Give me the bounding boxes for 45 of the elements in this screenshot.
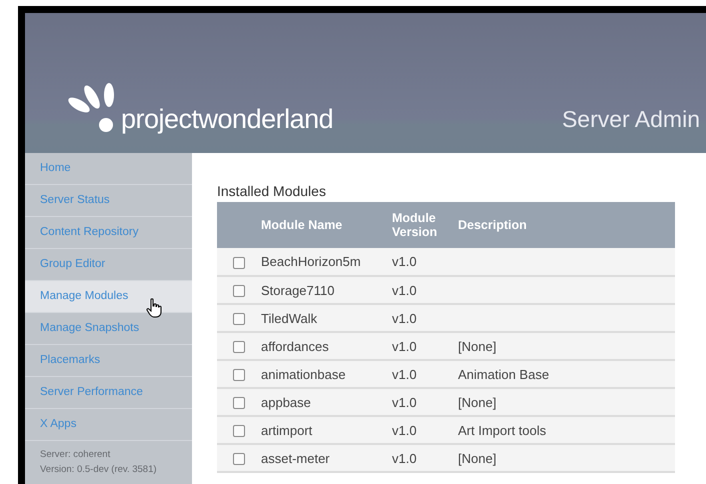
table-cell: [None]	[458, 450, 496, 466]
nav-link[interactable]: Home	[25, 153, 192, 185]
table-cell: v1.0	[392, 360, 458, 388]
nav-link[interactable]: Server Status	[25, 185, 192, 217]
row-checkbox[interactable]	[233, 285, 245, 298]
version-text: Version: 0.5-dev (rev. 3581)	[40, 463, 158, 477]
nav-link[interactable]: Placemarks	[25, 345, 192, 377]
table-cell: v1.0	[392, 416, 458, 444]
table-cell: [None]	[458, 394, 496, 410]
nav-link[interactable]: Server Performance	[25, 377, 192, 409]
row-checkbox[interactable]	[233, 369, 245, 382]
table-cell: v1.0	[392, 332, 458, 360]
row-checkbox[interactable]	[233, 256, 245, 269]
table-cell: [None]	[458, 338, 496, 354]
section-heading: Installed Modules	[217, 183, 327, 199]
column-header: Module Version	[392, 202, 458, 248]
table-cell: v1.0	[392, 276, 458, 304]
page-title: Server Admin	[562, 108, 700, 131]
server-name: Server: coherent	[40, 448, 112, 462]
nav-link[interactable]: X Apps	[25, 409, 192, 441]
column-header: Description	[458, 202, 675, 248]
row-checkbox[interactable]	[233, 397, 245, 410]
table-cell: v1.0	[392, 388, 458, 416]
nav-link[interactable]: Manage Modules	[25, 281, 192, 313]
table-cell: Art Import tools	[458, 422, 546, 438]
row-checkbox[interactable]	[233, 341, 245, 354]
table-cell: v1.0	[392, 304, 458, 332]
table-cell: asset-meter	[261, 444, 392, 472]
hand-cursor-icon	[146, 298, 162, 318]
table-cell: v1.0	[392, 444, 458, 472]
table-cell: BeachHorizon5m	[261, 248, 392, 276]
table-cell: Storage7110	[261, 276, 392, 304]
row-checkbox[interactable]	[233, 313, 245, 326]
table-cell: appbase	[261, 388, 392, 416]
logo-text: projectwonderland	[121, 106, 334, 133]
table-cell: Animation Base	[458, 366, 550, 382]
table-cell: artimport	[261, 416, 392, 444]
table-cell: TiledWalk	[261, 304, 392, 332]
table-cell: animationbase	[261, 360, 392, 388]
row-checkbox[interactable]	[233, 425, 245, 438]
table-cell: affordances	[261, 332, 392, 360]
table-cell: v1.0	[392, 248, 458, 276]
nav-link[interactable]: Content Repository	[25, 217, 192, 249]
row-checkbox[interactable]	[233, 453, 245, 466]
column-header: Module Name	[261, 202, 392, 248]
